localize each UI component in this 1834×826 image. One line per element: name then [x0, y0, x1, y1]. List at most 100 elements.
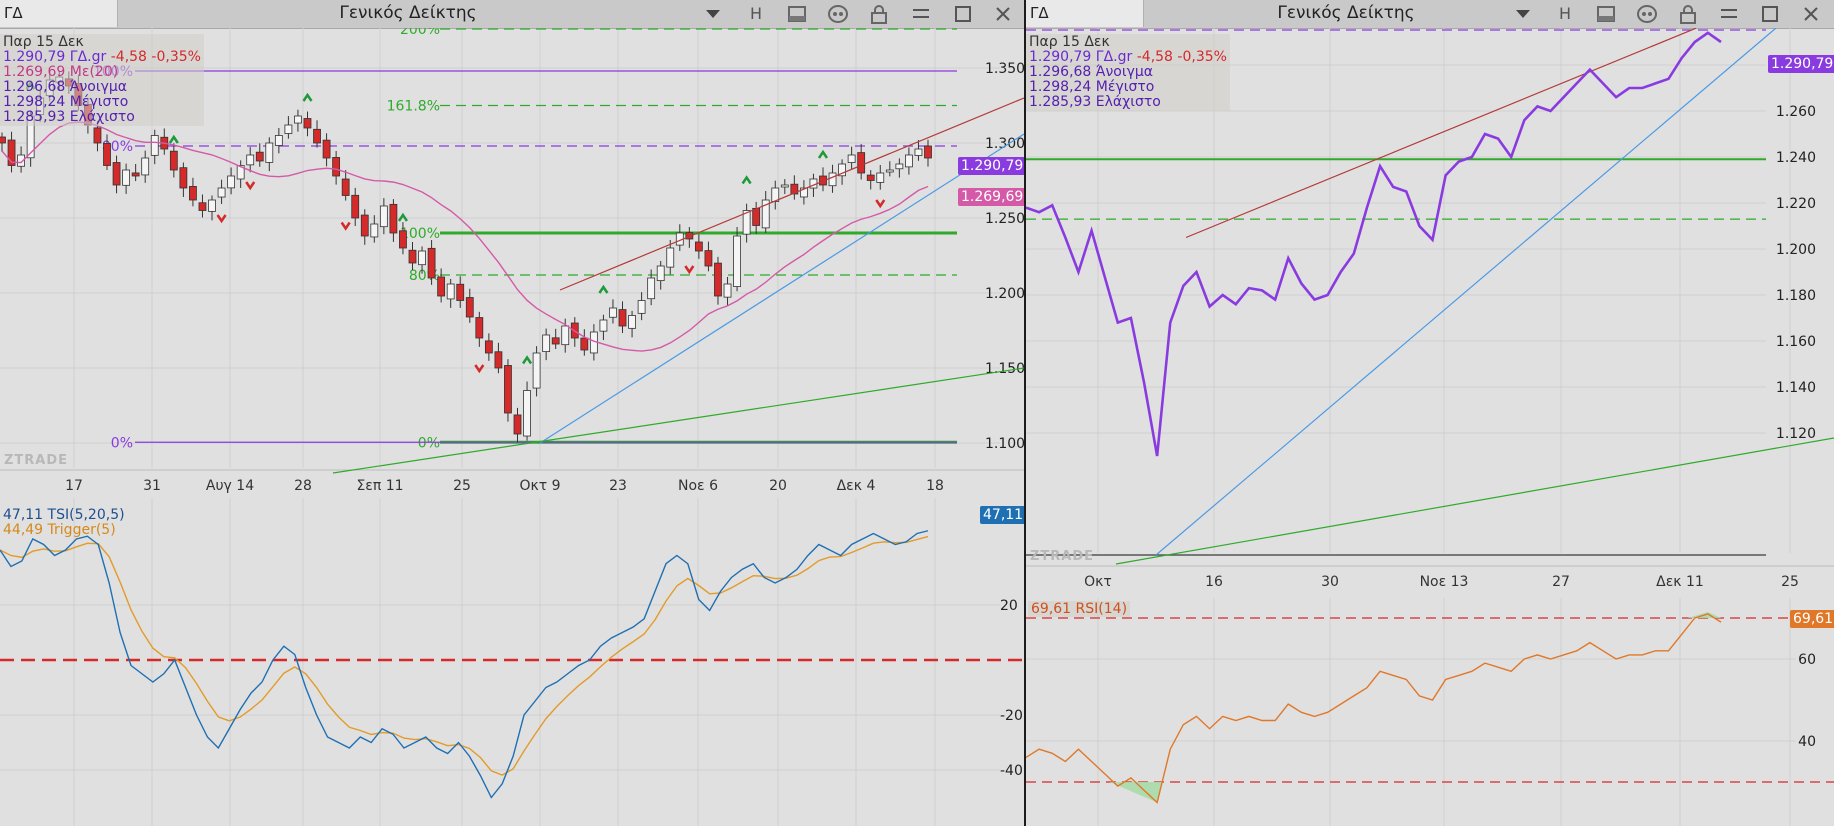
candle: [647, 277, 656, 300]
date-axis-label: 23: [609, 478, 627, 494]
candle: [370, 223, 379, 238]
h-button-left[interactable]: H: [745, 4, 767, 24]
candle: [561, 325, 570, 346]
info-high-value: 1.298,24: [3, 94, 66, 110]
candle: [351, 194, 360, 219]
fractal-down-arrow: [875, 199, 886, 209]
candle: [532, 352, 541, 389]
chevron-down-icon[interactable]: [706, 10, 720, 18]
candle: [246, 154, 255, 166]
candle: [169, 150, 178, 171]
r-info-high-label: Μέγιστο: [1095, 79, 1155, 95]
date-axis-label: 28: [294, 478, 312, 494]
rsi-tag: 69,61: [1790, 610, 1834, 628]
panel-icon[interactable]: [1595, 4, 1617, 24]
date-axis-label: Οκτ: [1084, 574, 1112, 590]
minimize-icon[interactable]: [1718, 4, 1740, 24]
info-open-label: Άνοιγμα: [69, 79, 128, 95]
candle: [905, 154, 913, 168]
date-axis-label: Δεκ 4: [837, 478, 876, 494]
price-axis-label: 1.220: [1776, 196, 1816, 212]
candle: [227, 175, 236, 189]
candle: [914, 148, 923, 156]
fractal-up-arrow: [817, 149, 829, 159]
quote-icon[interactable]: [1636, 4, 1658, 24]
lock-icon[interactable]: [868, 4, 890, 24]
close-icon[interactable]: [1800, 4, 1822, 24]
fractal-down-arrow: [245, 181, 256, 191]
close-icon[interactable]: [992, 4, 1014, 24]
left-chart-window: ΓΔ Γενικός Δείκτης H 1.350 1.300 1.250 1.20…: [0, 0, 1024, 826]
candle: [189, 186, 197, 201]
candle: [475, 317, 484, 339]
r-info-last: 1.290,79: [1029, 49, 1092, 65]
info-high-label: Μέγιστο: [69, 94, 129, 110]
candle: [714, 262, 722, 297]
candle: [895, 163, 904, 170]
candle: [580, 337, 589, 351]
candle: [274, 135, 283, 146]
info-ma-value: 1.269,69: [3, 64, 66, 80]
right-rsi-chart[interactable]: 60 40: [1026, 598, 1834, 826]
trend-line-green: [1115, 437, 1834, 565]
info-open-value: 1.296,68: [3, 79, 66, 95]
maximize-icon[interactable]: [952, 4, 974, 24]
date-axis-label: 25: [453, 478, 471, 494]
date-axis-label: Σεπ 11: [356, 478, 403, 494]
chevron-down-icon[interactable]: [1516, 10, 1530, 18]
r-info-open-label: Άνοιγμα: [1095, 64, 1154, 80]
maximize-icon[interactable]: [1759, 4, 1781, 24]
price-axis-label: 1.140: [1776, 380, 1816, 396]
info-low-label: Ελάχιστο: [69, 109, 135, 125]
candle: [780, 184, 789, 188]
tsi-axis-label: -20: [1000, 708, 1023, 724]
candle: [656, 265, 665, 282]
watermark: ZTRADE: [4, 453, 68, 468]
fibonacci-label: 161.8%: [387, 99, 440, 115]
quote-icon[interactable]: [827, 4, 849, 24]
candle: [255, 151, 264, 162]
right-line-chart[interactable]: 1.2801.2601.2401.2201.2001.1801.1601.140…: [1026, 28, 1834, 596]
candle: [484, 340, 493, 354]
candle: [504, 365, 512, 414]
trend-line-lower: [1155, 28, 1777, 556]
candle: [93, 127, 102, 144]
chart-title-left: Γενικός Δείκτης: [339, 3, 477, 23]
candle: [313, 128, 321, 144]
trend-line-green: [332, 367, 1024, 474]
candle: [332, 157, 341, 177]
trigger-line: [0, 535, 929, 776]
candle: [828, 172, 837, 187]
candle: [379, 205, 388, 228]
info-name: ΓΔ.gr: [69, 49, 107, 65]
h-button-right[interactable]: H: [1554, 4, 1576, 24]
candle: [599, 319, 608, 332]
candle: [733, 235, 741, 287]
date-axis-label: 17: [65, 478, 83, 494]
price-axis-label: 1.160: [1776, 334, 1816, 350]
candle: [322, 139, 331, 159]
price-axis-label: 1.200: [985, 286, 1024, 302]
date-axis-label: 27: [1552, 574, 1570, 590]
lock-icon[interactable]: [1677, 4, 1699, 24]
rsi-axis-label: 60: [1798, 652, 1816, 668]
candle: [122, 169, 131, 186]
price-axis-label: 1.250: [985, 211, 1024, 227]
r-info-high-value: 1.298,24: [1029, 79, 1092, 95]
candle: [618, 309, 627, 327]
candle: [303, 118, 312, 129]
left-tsi-chart[interactable]: 20 -20 -40: [0, 498, 1024, 826]
date-axis-label: Αυγ 14: [206, 478, 254, 494]
rsi-info: 69,61 RSI(14): [1028, 601, 1131, 617]
r-info-change-pct: -0,35%: [1177, 49, 1227, 65]
symbol-input-right[interactable]: ΓΔ: [1026, 0, 1144, 27]
symbol-input-left[interactable]: ΓΔ: [0, 0, 118, 27]
panel-icon[interactable]: [786, 4, 808, 24]
date-axis-label: 31: [143, 478, 161, 494]
r-info-low-value: 1.285,93: [1029, 94, 1092, 110]
last-price-tag: 1.290,79: [958, 157, 1024, 175]
candle: [494, 351, 503, 369]
date-axis-label: 20: [769, 478, 787, 494]
candle: [284, 124, 293, 134]
minimize-icon[interactable]: [910, 4, 932, 24]
